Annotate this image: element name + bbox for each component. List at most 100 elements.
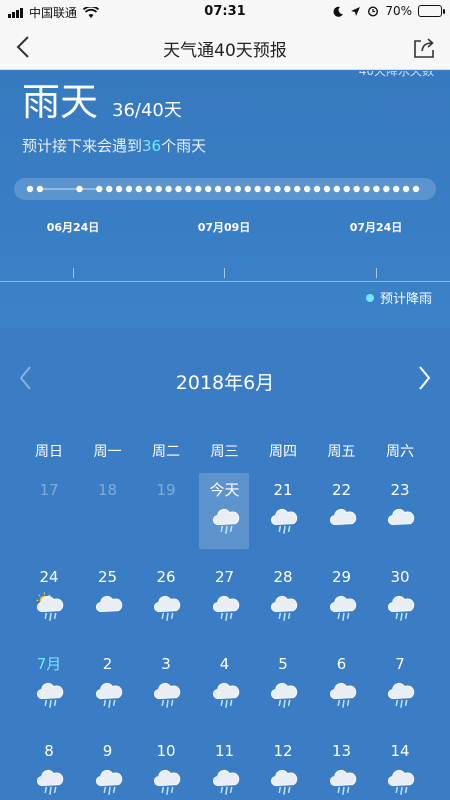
calendar-day[interactable]: 17 (24, 481, 74, 557)
calendar-day[interactable]: 13 (317, 742, 367, 800)
legend-label: 预计降雨 (379, 292, 432, 307)
calendar-day[interactable]: 4 (200, 655, 250, 731)
calendar-day[interactable]: 9 (83, 742, 133, 800)
calendar-day[interactable]: 27 (200, 568, 250, 644)
rain-icon (270, 682, 298, 708)
day-number: 7 (395, 655, 405, 673)
status-right: 70% (333, 4, 445, 18)
rain-icon (270, 595, 298, 621)
rain-day-dot (373, 185, 380, 193)
weekday-label: 周六 (386, 444, 414, 460)
rain-day-dot (294, 185, 301, 193)
calendar-day[interactable]: 30 (375, 568, 425, 644)
rain-day-dot (76, 185, 83, 193)
calendar-day[interactable]: 22 (317, 481, 367, 557)
rain-icon (212, 682, 239, 708)
calendar-day[interactable]: 6 (317, 655, 367, 731)
forecast-suffix: 个雨天 (161, 137, 207, 155)
day-number: 14 (390, 742, 410, 760)
rain-day-dot (185, 185, 192, 193)
rain-dots-track (14, 178, 436, 200)
calendar-day[interactable]: 21 (258, 481, 308, 557)
rain-day-dot (234, 185, 242, 193)
calendar-day[interactable]: 11 (200, 742, 250, 800)
forecast-number: 36 (142, 137, 162, 155)
rain-day-dot (264, 185, 271, 193)
calendar-day[interactable]: 14 (375, 742, 425, 800)
rain-icon (212, 508, 239, 534)
rain-day-dot (284, 185, 291, 193)
day-number: 9 (102, 742, 113, 760)
weekday-label: 周二 (152, 444, 180, 460)
calendar-day[interactable]: 24 (24, 568, 74, 644)
battery-percent: 70% (385, 4, 412, 18)
day-number: 10 (156, 742, 176, 760)
day-number: 3 (161, 655, 171, 673)
rain-day-dot (96, 185, 103, 193)
rain-day-dot (145, 185, 152, 193)
legend: 预计降雨 (365, 288, 432, 307)
timeline-label: 07月24日 (349, 221, 403, 234)
day-number: 22 (331, 481, 352, 499)
timeline-label: 07月09日 (197, 221, 251, 234)
day-number: 25 (97, 568, 118, 586)
next-month-icon[interactable] (414, 364, 434, 392)
timeline-tick (224, 268, 225, 278)
rain-icon (95, 769, 122, 795)
forecast-prefix: 预计接下来会遇到 (22, 137, 143, 155)
rain-day-dot (214, 185, 222, 193)
rain-icon (36, 769, 64, 795)
rain-day-dot (195, 185, 202, 193)
timeline-tick (73, 268, 74, 278)
calendar-day[interactable]: 18 (83, 481, 133, 557)
rain-day-dot (323, 185, 331, 193)
calendar-day[interactable]: 12 (258, 742, 308, 800)
day-number: 4 (219, 655, 230, 673)
moon-icon (333, 6, 344, 17)
rain-icon (212, 595, 239, 621)
nav-bar: 天气通40天预报 (0, 24, 450, 70)
day-number: 5 (278, 655, 288, 673)
rain-day-dot (135, 185, 143, 193)
day-number: 27 (214, 568, 235, 586)
weekday-label: 周五 (327, 444, 356, 460)
rain-icon (270, 508, 298, 534)
calendar-day[interactable]: 25 (83, 568, 133, 644)
share-icon[interactable] (412, 34, 436, 60)
rain-dots (26, 185, 420, 193)
rain-day-dot (303, 185, 311, 193)
calendar-day[interactable]: 29 (317, 568, 367, 644)
calendar-day[interactable]: 7月 (24, 655, 74, 731)
rain-day-dot (26, 185, 34, 193)
day-number: 23 (390, 481, 410, 499)
rain-day-dot (343, 185, 350, 193)
rain-day-dot (254, 185, 261, 193)
rain-icon (329, 595, 356, 621)
calendar-day[interactable]: 28 (258, 568, 308, 644)
rain-day-dot (363, 185, 370, 193)
calendar-day[interactable]: 10 (141, 742, 191, 800)
calendar-title: 2018年6月 (175, 372, 275, 394)
calendar-day[interactable]: 8 (24, 742, 74, 800)
calendar-day[interactable]: 5 (258, 655, 308, 731)
rain-day-dot (333, 185, 341, 193)
calendar-day[interactable]: 2 (83, 655, 133, 731)
rain-icon (387, 595, 415, 621)
rain-day-dot (412, 185, 420, 193)
day-number: 26 (156, 568, 176, 586)
calendar-day[interactable]: 3 (141, 655, 191, 731)
day-number: 6 (336, 655, 347, 673)
calendar-day[interactable]: 23 (375, 481, 425, 557)
calendar-day-today[interactable]: 今天 (200, 481, 250, 557)
day-number: 17 (39, 481, 59, 499)
day-number: 13 (331, 742, 352, 760)
calendar-day[interactable]: 26 (141, 568, 191, 644)
calendar-day[interactable]: 19 (141, 481, 191, 557)
day-number: 11 (214, 742, 235, 760)
day-number: 7月 (36, 655, 62, 673)
day-number: 今天 (209, 481, 240, 499)
rain-day-dot (313, 185, 321, 193)
day-number: 8 (44, 742, 54, 760)
day-number: 29 (331, 568, 352, 586)
calendar-day[interactable]: 7 (375, 655, 425, 731)
